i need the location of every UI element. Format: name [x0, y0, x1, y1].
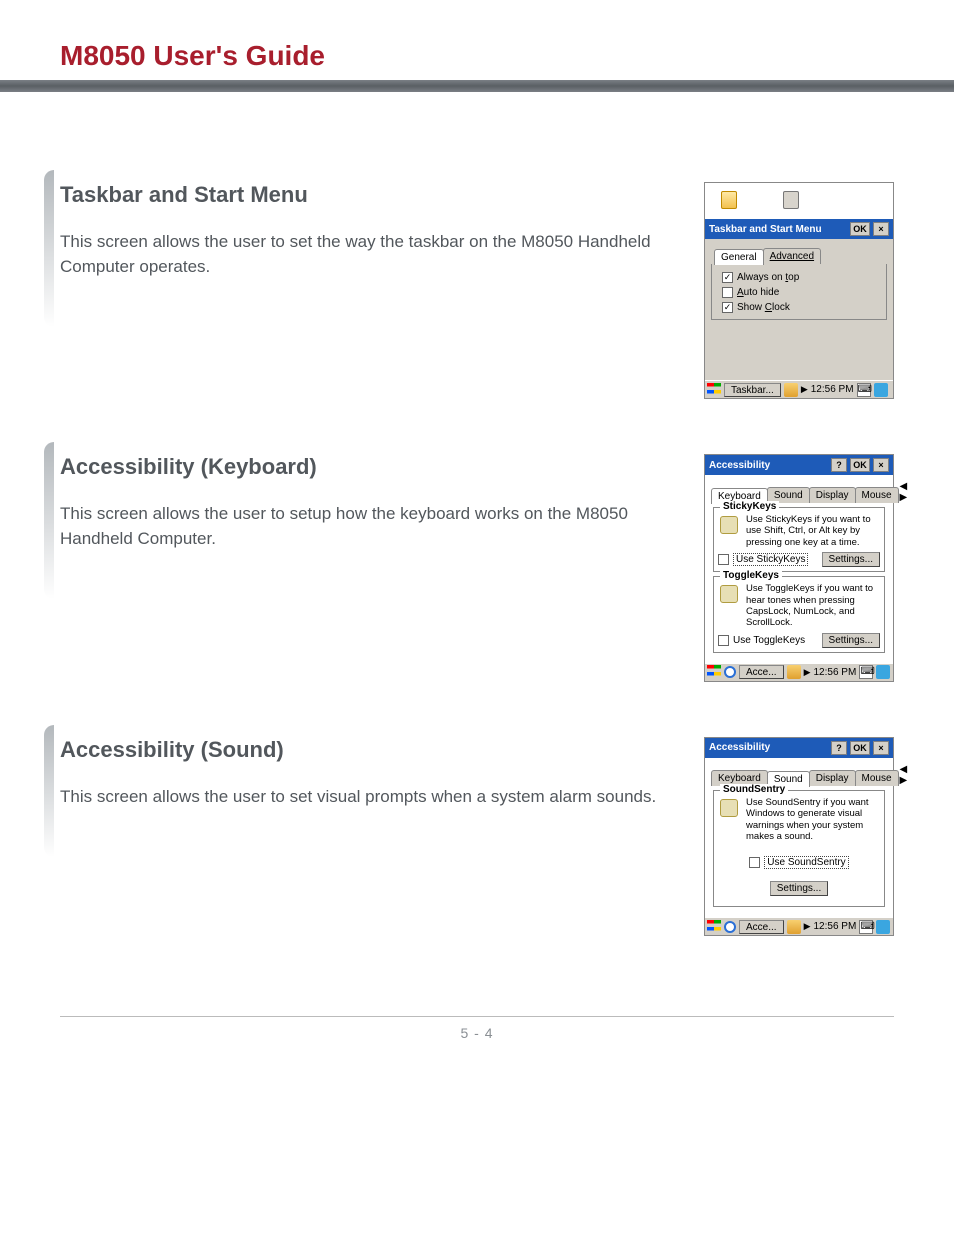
section-taskbar: Taskbar and Start Menu This screen allow… — [60, 182, 894, 399]
checkbox-icon — [722, 287, 733, 298]
taskbar-app-button[interactable]: Acce... — [739, 665, 784, 679]
sip-icon[interactable]: ⌨ — [859, 920, 873, 934]
close-button[interactable] — [873, 222, 889, 236]
start-icon[interactable] — [707, 383, 721, 397]
dialog-body: Keyboard Sound Display Mouse ◀ ▶ SoundSe… — [705, 758, 893, 918]
window-title: Accessibility — [709, 742, 828, 753]
soundsentry-group: SoundSentry Use SoundSentry if you want … — [713, 790, 885, 908]
soundsentry-desc: Use SoundSentry if you want Windows to g… — [746, 797, 880, 843]
settings-button[interactable]: Settings... — [770, 881, 828, 896]
section-desc: This screen allows the user to setup how… — [60, 502, 674, 551]
tabs-row: General Advanced — [711, 245, 887, 264]
ok-button[interactable]: OK — [850, 222, 870, 236]
title-rule — [0, 80, 954, 92]
desktop-recycle-icon — [783, 191, 799, 209]
screenshot-taskbar: Taskbar and Start Menu OK General Advanc… — [704, 182, 894, 399]
close-button[interactable] — [873, 741, 889, 755]
taskbar-app-button[interactable]: Acce... — [739, 920, 784, 934]
togglekeys-group: ToggleKeys Use ToggleKeys if you want to… — [713, 576, 885, 653]
clock: 12:56 PM — [811, 384, 854, 395]
start-icon[interactable] — [707, 665, 721, 679]
togglekeys-icon — [718, 583, 740, 605]
soundsentry-icon — [718, 797, 740, 819]
togglekeys-desc: Use ToggleKeys if you want to hear tones… — [746, 583, 880, 629]
tab-display[interactable]: Display — [809, 487, 856, 503]
window-titlebar: Accessibility OK — [705, 738, 893, 758]
window-title: Taskbar and Start Menu — [709, 224, 847, 235]
section-heading: Accessibility (Sound) — [60, 737, 674, 763]
taskbar-statusbar: Acce... ▶ 12:56 PM ⌨ — [705, 917, 893, 935]
close-button[interactable] — [873, 458, 889, 472]
arrow-icon: ▶ — [804, 667, 811, 678]
accessibility-tray-icon — [724, 921, 736, 933]
window-titlebar: Accessibility OK — [705, 455, 893, 475]
window-titlebar: Taskbar and Start Menu OK — [705, 219, 893, 239]
tab-general[interactable]: General — [714, 249, 764, 265]
tray-icon — [787, 920, 801, 934]
section-heading: Taskbar and Start Menu — [60, 182, 674, 208]
taskbar-app-button[interactable]: Taskbar... — [724, 383, 781, 397]
arrow-icon: ▶ — [801, 384, 808, 395]
ok-button[interactable]: OK — [850, 741, 870, 755]
tab-scroll-icon[interactable]: ◀ ▶ — [898, 764, 910, 786]
checkbox-icon — [722, 272, 733, 283]
screenshot-accessibility-sound: Accessibility OK Keyboard Sound Display … — [704, 737, 894, 937]
tab-advanced[interactable]: Advanced — [763, 248, 821, 264]
use-togglekeys-label[interactable]: Use ToggleKeys — [733, 635, 805, 646]
sip-icon[interactable]: ⌨ — [857, 383, 871, 397]
section-heading: Accessibility (Keyboard) — [60, 454, 674, 480]
checkbox-icon[interactable] — [718, 554, 729, 565]
arrow-icon: ▶ — [804, 921, 811, 932]
page-title: M8050 User's Guide — [60, 40, 894, 72]
settings-button[interactable]: Settings... — [822, 552, 880, 567]
opt-auto-hide[interactable]: Auto hide — [716, 285, 882, 300]
checkbox-icon[interactable] — [749, 857, 760, 868]
use-stickykeys-label[interactable]: Use StickyKeys — [733, 553, 808, 566]
tabs-row: Keyboard Sound Display Mouse ◀ ▶ — [711, 481, 887, 503]
window-title: Accessibility — [709, 460, 828, 471]
page-footer: 5 - 4 — [60, 1025, 894, 1041]
checkbox-icon — [722, 302, 733, 313]
use-soundsentry-label[interactable]: Use SoundSentry — [764, 856, 848, 869]
desktop-doc-icon — [721, 191, 737, 209]
footer-rule — [60, 1016, 894, 1017]
stickykeys-desc: Use StickyKeys if you want to use Shift,… — [746, 514, 880, 548]
clock: 12:56 PM — [814, 667, 857, 678]
opt-show-clock[interactable]: Show Clock — [716, 300, 882, 315]
taskbar-statusbar: Taskbar... ▶ 12:56 PM ⌨ — [705, 380, 893, 398]
checkbox-icon[interactable] — [718, 635, 729, 646]
start-icon[interactable] — [707, 920, 721, 934]
clock: 12:56 PM — [814, 921, 857, 932]
desktop-icon[interactable] — [876, 665, 890, 679]
section-desc: This screen allows the user to set visua… — [60, 785, 674, 810]
tabs-row: Keyboard Sound Display Mouse ◀ ▶ — [711, 764, 887, 786]
tab-scroll-icon[interactable]: ◀ ▶ — [898, 481, 910, 503]
accessibility-tray-icon — [724, 666, 736, 678]
section-accessibility-sound: Accessibility (Sound) This screen allows… — [60, 737, 894, 937]
tray-icon — [784, 383, 798, 397]
tab-mouse[interactable]: Mouse — [855, 487, 899, 503]
group-legend: ToggleKeys — [720, 570, 782, 581]
tab-display[interactable]: Display — [809, 770, 856, 786]
ok-button[interactable]: OK — [850, 458, 870, 472]
section-accessibility-keyboard: Accessibility (Keyboard) This screen all… — [60, 454, 894, 682]
desktop-icons — [705, 183, 893, 219]
stickykeys-group: StickyKeys Use StickyKeys if you want to… — [713, 507, 885, 572]
desktop-icon[interactable] — [874, 383, 888, 397]
dialog-body: Keyboard Sound Display Mouse ◀ ▶ StickyK… — [705, 475, 893, 663]
desktop-icon[interactable] — [876, 920, 890, 934]
stickykeys-icon — [718, 514, 740, 536]
settings-button[interactable]: Settings... — [822, 633, 880, 648]
taskbar-statusbar: Acce... ▶ 12:56 PM ⌨ — [705, 663, 893, 681]
help-button[interactable] — [831, 458, 847, 472]
section-desc: This screen allows the user to set the w… — [60, 230, 674, 279]
group-legend: StickyKeys — [720, 501, 779, 512]
tab-mouse[interactable]: Mouse — [855, 770, 899, 786]
group-legend: SoundSentry — [720, 784, 788, 795]
help-button[interactable] — [831, 741, 847, 755]
sip-icon[interactable]: ⌨ — [859, 665, 873, 679]
tray-icon — [787, 665, 801, 679]
screenshot-accessibility-keyboard: Accessibility OK Keyboard Sound Display … — [704, 454, 894, 682]
opt-always-on-top[interactable]: Always on top — [716, 270, 882, 285]
